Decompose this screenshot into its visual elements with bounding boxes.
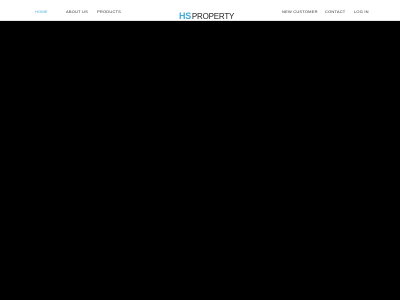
nav-products-link[interactable]: PRODUCTS <box>97 9 121 14</box>
hero-area <box>0 21 400 300</box>
hs-property-logo[interactable]: HSPROPERTY <box>179 6 234 21</box>
nav-log-in-link[interactable]: LOG IN <box>354 9 369 14</box>
nav-home-link[interactable]: HOME <box>35 9 48 14</box>
logo-wordmark: PROPERTY <box>191 12 235 21</box>
nav-about-us-link[interactable]: ABOUT US <box>66 9 88 14</box>
site-header: HOME ABOUT US PRODUCTS HSPROPERTY NEW CU… <box>0 0 400 21</box>
nav-contact-link[interactable]: CONTACT <box>325 9 345 14</box>
nav-new-customer-link[interactable]: NEW CUSTOMER <box>282 9 318 14</box>
logo-mark: HS <box>179 11 191 21</box>
